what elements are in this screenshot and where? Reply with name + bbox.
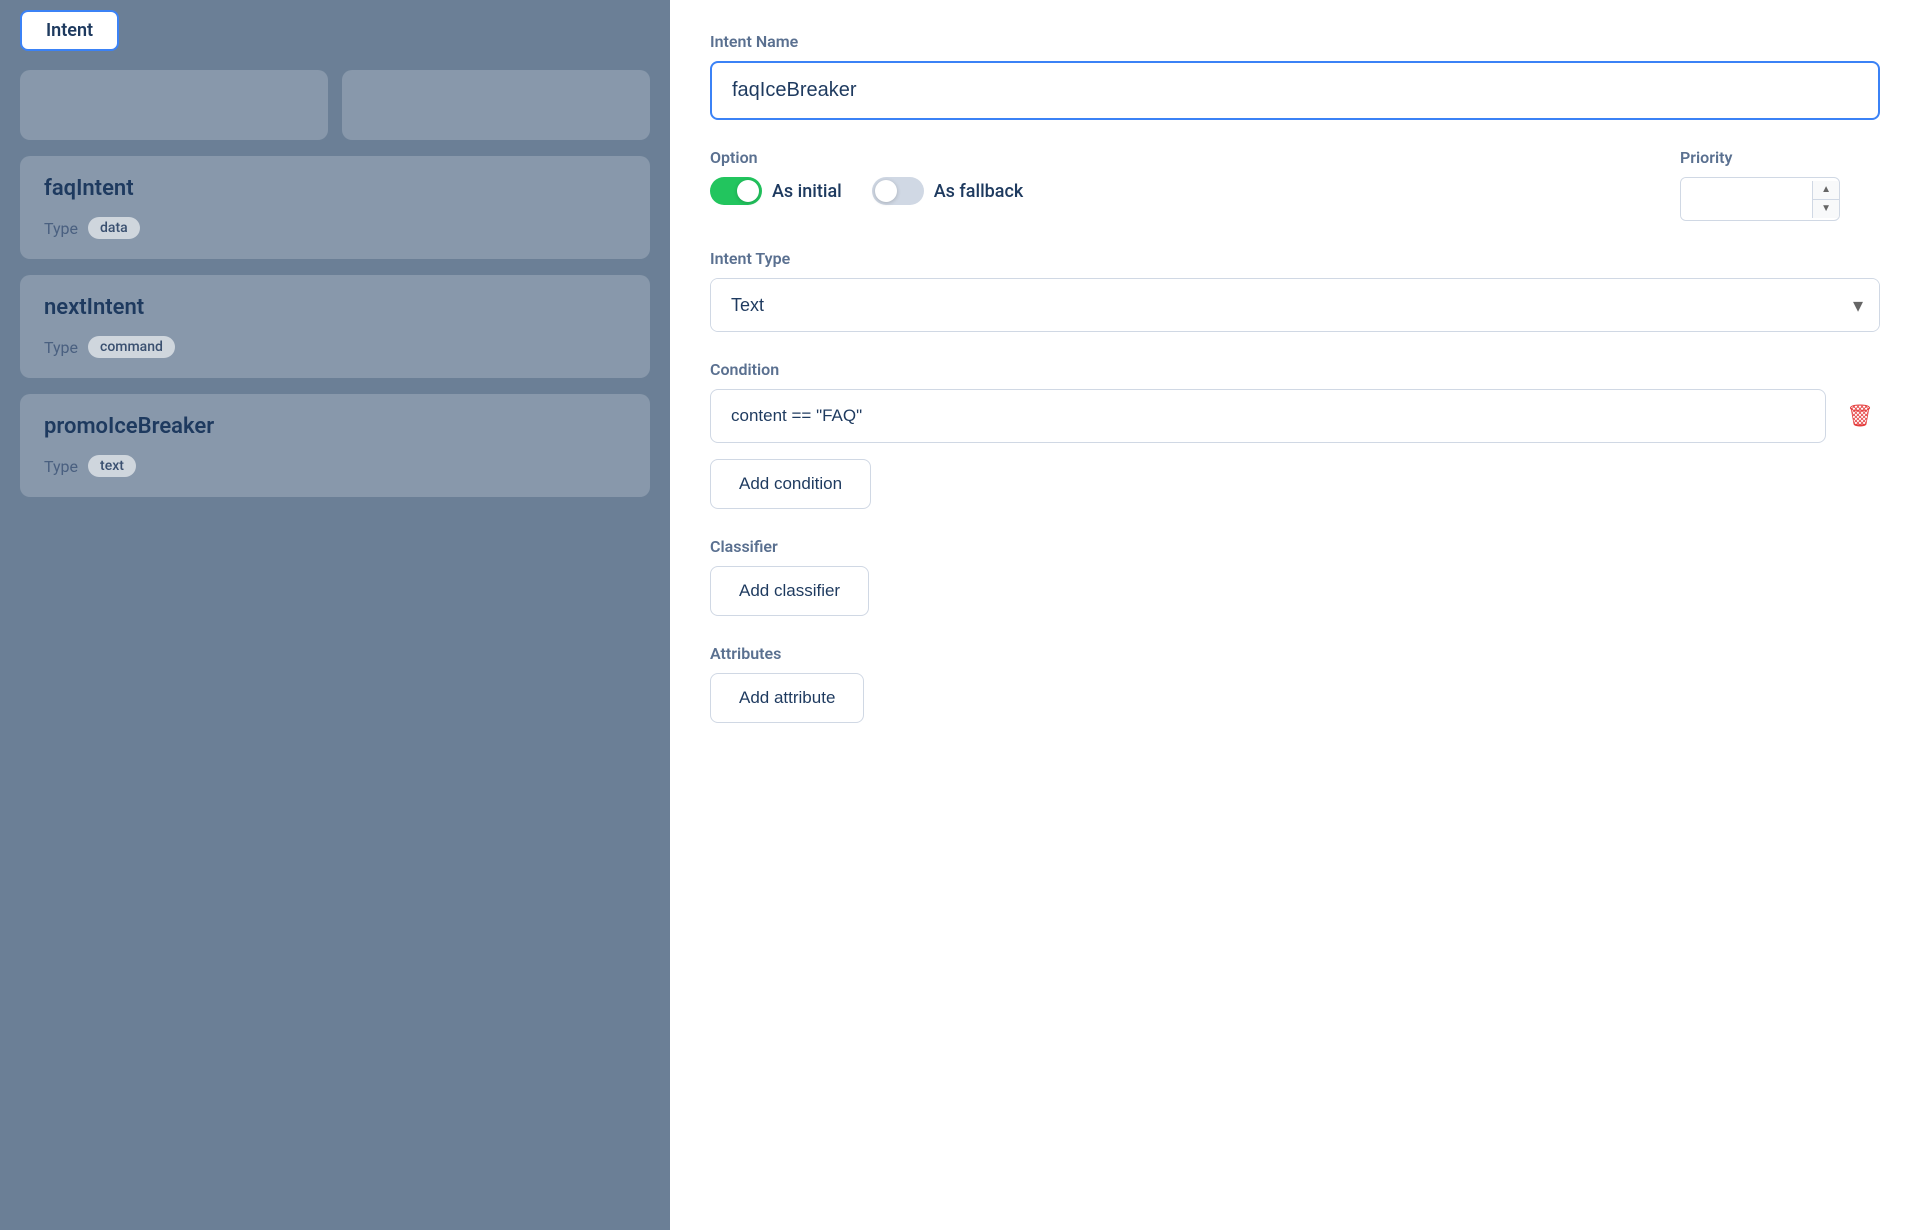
add-classifier-button[interactable]: Add classifier xyxy=(710,566,869,616)
priority-up-button[interactable]: ▲ xyxy=(1813,181,1839,200)
card-title: faqIntent xyxy=(44,176,626,201)
intent-type-label: Intent Type xyxy=(710,249,1880,268)
as-initial-toggle[interactable] xyxy=(710,177,762,205)
option-section: Option As initial As fallback xyxy=(710,148,1680,205)
type-badge: data xyxy=(88,217,140,239)
card-title: promoIceBreaker xyxy=(44,414,626,439)
option-priority-row: Option As initial As fallback xyxy=(710,148,1880,221)
classifier-label: Classifier xyxy=(710,537,1880,556)
list-item[interactable]: promoIceBreaker Type text xyxy=(20,394,650,497)
priority-label: Priority xyxy=(1680,148,1880,167)
classifier-section: Classifier Add classifier xyxy=(710,537,1880,616)
intent-name-label: Intent Name xyxy=(710,32,1880,51)
intent-type-select-wrap: Text Command Data Event ▾ xyxy=(710,278,1880,332)
condition-label: Condition xyxy=(710,360,1880,379)
type-label: Type xyxy=(44,457,78,476)
priority-spinners: ▲ ▼ xyxy=(1812,181,1839,218)
toggles-row: As initial As fallback xyxy=(710,177,1680,205)
type-label: Type xyxy=(44,338,78,357)
as-fallback-label: As fallback xyxy=(934,181,1024,202)
type-label: Type xyxy=(44,219,78,238)
priority-input[interactable] xyxy=(1681,178,1812,220)
left-panel: Intent faqIntent Type data nextIntent Ty… xyxy=(0,0,670,1230)
partial-card-2 xyxy=(342,70,650,140)
condition-row: 🗑 xyxy=(710,389,1880,443)
type-badge: command xyxy=(88,336,175,358)
as-fallback-group: As fallback xyxy=(872,177,1024,205)
type-row: Type text xyxy=(44,455,626,477)
option-label: Option xyxy=(710,148,1680,167)
intent-tab[interactable]: Intent xyxy=(20,10,119,51)
toggle-knob-initial xyxy=(737,180,759,202)
intent-list: faqIntent Type data nextIntent Type comm… xyxy=(0,60,670,507)
priority-section: Priority ▲ ▼ xyxy=(1680,148,1880,221)
type-row: Type data xyxy=(44,217,626,239)
list-item[interactable]: nextIntent Type command xyxy=(20,275,650,378)
card-title: nextIntent xyxy=(44,295,626,320)
type-badge: text xyxy=(88,455,136,477)
right-panel: Intent Name Option As initial As fall xyxy=(670,0,1920,1230)
attributes-label: Attributes xyxy=(710,644,1880,663)
add-condition-button[interactable]: Add condition xyxy=(710,459,871,509)
condition-input[interactable] xyxy=(710,389,1826,443)
toggle-knob-fallback xyxy=(875,180,897,202)
as-initial-group: As initial xyxy=(710,177,842,205)
as-initial-label: As initial xyxy=(772,181,842,202)
priority-down-button[interactable]: ▼ xyxy=(1813,200,1839,218)
type-row: Type command xyxy=(44,336,626,358)
partial-card-1 xyxy=(20,70,328,140)
as-fallback-toggle[interactable] xyxy=(872,177,924,205)
condition-section: Condition 🗑 Add condition xyxy=(710,360,1880,509)
partial-cards-top xyxy=(20,70,650,140)
add-attribute-button[interactable]: Add attribute xyxy=(710,673,864,723)
intent-name-input[interactable] xyxy=(710,61,1880,120)
priority-input-wrap: ▲ ▼ xyxy=(1680,177,1840,221)
attributes-section: Attributes Add attribute xyxy=(710,644,1880,723)
intent-type-select[interactable]: Text Command Data Event xyxy=(711,279,1879,331)
list-item[interactable]: faqIntent Type data xyxy=(20,156,650,259)
left-header: Intent xyxy=(0,0,670,60)
intent-type-section: Intent Type Text Command Data Event ▾ xyxy=(710,249,1880,332)
trash-icon: 🗑 xyxy=(1846,403,1874,429)
delete-condition-button[interactable]: 🗑 xyxy=(1840,396,1880,436)
